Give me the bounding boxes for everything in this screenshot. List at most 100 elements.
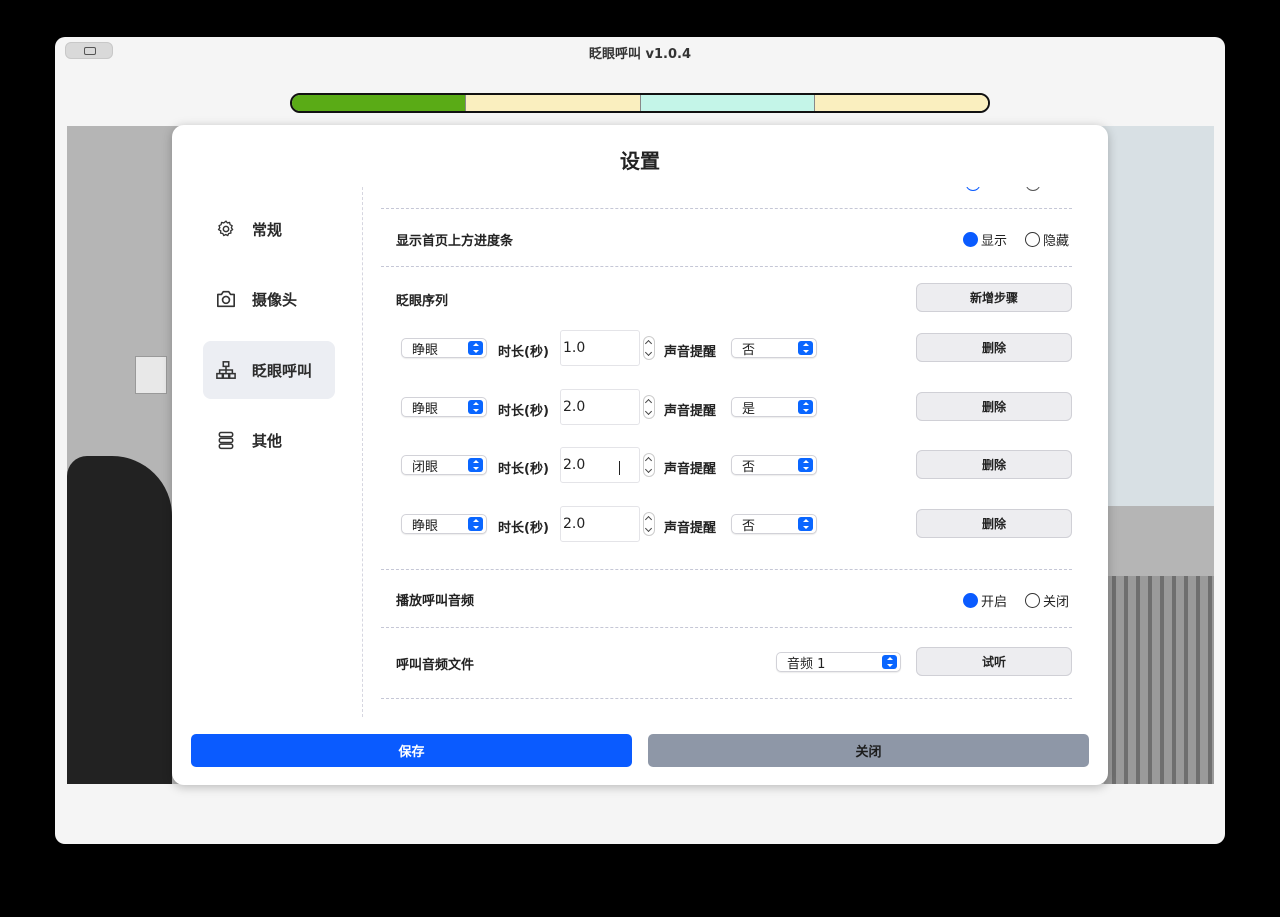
scrolled-radio xyxy=(966,187,980,191)
radio-label: 显示 xyxy=(981,234,1008,249)
duration-label: 时长(秒) xyxy=(498,521,549,536)
select-value: 睁眼 xyxy=(412,342,439,358)
sound-alert-label: 声音提醒 xyxy=(664,404,717,419)
settings-sidebar: 常规 摄像头 眨眼呼叫 其他 xyxy=(172,187,363,717)
save-button[interactable]: 保存 xyxy=(191,734,632,767)
show-progress-label: 显示首页上方进度条 xyxy=(396,234,514,249)
blink-sequence-label: 眨眼序列 xyxy=(396,294,449,309)
select-arrows-icon xyxy=(798,341,813,355)
progress-segment-3 xyxy=(640,95,815,111)
settings-content: 显示首页上方进度条 显示 隐藏 眨眼序列 新增步骤 睁眼 时长(秒) 1.0 声… xyxy=(381,187,1081,717)
sidebar-item-camera[interactable]: 摄像头 xyxy=(203,270,335,328)
divider xyxy=(381,698,1072,699)
delete-step-button[interactable]: 删除 xyxy=(916,392,1072,421)
audio-file-label: 呼叫音频文件 xyxy=(396,658,475,673)
add-step-button[interactable]: 新增步骤 xyxy=(916,283,1072,312)
duration-label: 时长(秒) xyxy=(498,462,549,477)
select-value: 闭眼 xyxy=(412,459,439,475)
play-audio-label: 播放呼叫音频 xyxy=(396,594,475,609)
sound-alert-select[interactable]: 否 xyxy=(731,338,817,358)
top-progress-bar xyxy=(290,93,990,113)
gear-icon xyxy=(215,218,237,240)
dialog-title: 设置 xyxy=(620,149,660,173)
delete-step-button[interactable]: 删除 xyxy=(916,509,1072,538)
select-arrows-icon xyxy=(468,517,483,531)
scrolled-radio xyxy=(1026,187,1040,191)
divider xyxy=(381,208,1072,209)
duration-input[interactable]: 2.0 xyxy=(560,447,640,483)
divider xyxy=(381,627,1072,628)
sound-alert-label: 声音提醒 xyxy=(664,462,717,477)
window-title: 眨眼呼叫 v1.0.4 xyxy=(588,47,691,62)
sound-alert-select[interactable]: 否 xyxy=(731,455,817,475)
sound-alert-select[interactable]: 否 xyxy=(731,514,817,534)
select-value: 睁眼 xyxy=(412,518,439,534)
duration-value: 2.0 xyxy=(563,516,586,532)
play-audio-off-radio[interactable]: 关闭 xyxy=(1025,591,1069,610)
eye-action-select[interactable]: 闭眼 xyxy=(401,455,487,475)
progress-segment-4 xyxy=(814,95,988,111)
select-value: 睁眼 xyxy=(412,401,439,417)
sidebar-item-label: 其他 xyxy=(252,431,283,450)
eye-action-select[interactable]: 睁眼 xyxy=(401,338,487,358)
eye-action-select[interactable]: 睁眼 xyxy=(401,397,487,417)
select-arrows-icon xyxy=(468,341,483,355)
divider xyxy=(381,569,1072,570)
radio-label: 开启 xyxy=(981,595,1008,610)
title-bar: 眨眼呼叫 v1.0.4 xyxy=(55,37,1225,63)
progress-segment-2 xyxy=(466,95,641,111)
eye-action-select[interactable]: 睁眼 xyxy=(401,514,487,534)
delete-step-button[interactable]: 删除 xyxy=(916,333,1072,362)
radio-label: 关闭 xyxy=(1043,595,1070,610)
sidebar-item-label: 摄像头 xyxy=(252,290,298,309)
camera-icon xyxy=(215,288,237,310)
sidebar-item-label: 眨眼呼叫 xyxy=(252,361,313,380)
play-audio-on-radio[interactable]: 开启 xyxy=(963,591,1007,610)
duration-value: 2.0 xyxy=(563,457,586,473)
stack-icon xyxy=(215,429,237,451)
preview-audio-button[interactable]: 试听 xyxy=(916,647,1072,676)
radio-dot xyxy=(1025,593,1040,608)
select-arrows-icon xyxy=(882,655,897,669)
network-icon xyxy=(215,359,237,381)
select-value: 否 xyxy=(742,459,756,475)
select-arrows-icon xyxy=(798,517,813,531)
select-value: 音频 1 xyxy=(787,656,826,672)
sidebar-item-label: 常规 xyxy=(252,220,283,239)
duration-input[interactable]: 1.0 xyxy=(560,330,640,366)
audio-file-select[interactable]: 音频 1 xyxy=(776,652,901,672)
select-arrows-icon xyxy=(468,400,483,414)
sidebar-item-general[interactable]: 常规 xyxy=(203,200,335,258)
sidebar-item-other[interactable]: 其他 xyxy=(203,411,335,469)
select-value: 是 xyxy=(742,401,756,417)
duration-input[interactable]: 2.0 xyxy=(560,389,640,425)
duration-input[interactable]: 2.0 xyxy=(560,506,640,542)
settings-dialog: 设置 常规 摄像头 眨眼呼叫 其他 显示首页上方进度条 显示 隐藏 眨眼序列 新… xyxy=(172,125,1108,785)
radio-dot xyxy=(963,232,978,247)
sound-alert-select[interactable]: 是 xyxy=(731,397,817,417)
close-button[interactable]: 关闭 xyxy=(648,734,1089,767)
radio-dot xyxy=(1025,232,1040,247)
duration-stepper[interactable] xyxy=(643,395,655,419)
text-cursor xyxy=(619,461,620,475)
progress-segment-1 xyxy=(292,95,467,111)
divider xyxy=(381,266,1072,267)
show-progress-on-radio[interactable]: 显示 xyxy=(963,230,1007,249)
duration-value: 2.0 xyxy=(563,399,586,415)
radio-dot xyxy=(963,593,978,608)
delete-step-button[interactable]: 删除 xyxy=(916,450,1072,479)
select-arrows-icon xyxy=(798,458,813,472)
sound-alert-label: 声音提醒 xyxy=(664,345,717,360)
select-arrows-icon xyxy=(798,400,813,414)
duration-value: 1.0 xyxy=(563,340,586,356)
select-value: 否 xyxy=(742,342,756,358)
duration-stepper[interactable] xyxy=(643,453,655,477)
sidebar-item-blink-call[interactable]: 眨眼呼叫 xyxy=(203,341,335,399)
show-progress-off-radio[interactable]: 隐藏 xyxy=(1025,230,1069,249)
duration-stepper[interactable] xyxy=(643,336,655,360)
radio-label: 隐藏 xyxy=(1043,234,1070,249)
duration-stepper[interactable] xyxy=(643,512,655,536)
duration-label: 时长(秒) xyxy=(498,404,549,419)
duration-label: 时长(秒) xyxy=(498,345,549,360)
select-value: 否 xyxy=(742,518,756,534)
